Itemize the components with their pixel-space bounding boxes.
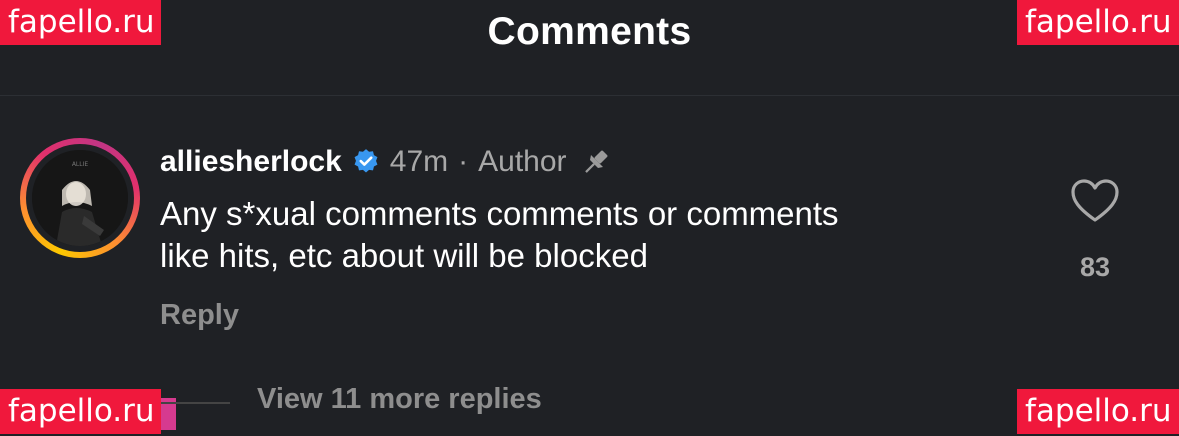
avatar-photo: ALLIE: [32, 150, 128, 246]
like-button[interactable]: [1060, 178, 1130, 229]
verified-badge-icon: [352, 148, 380, 176]
view-more-replies-button[interactable]: View 11 more replies: [257, 383, 542, 416]
heart-icon: [1070, 178, 1120, 224]
comment-time: 47m: [389, 145, 449, 178]
reply-button[interactable]: Reply: [160, 299, 239, 332]
header-bar: Comments: [0, 0, 1179, 96]
page-title: Comments: [487, 10, 692, 53]
comment-text-line: Any s*xual comments comments or comments: [160, 195, 839, 232]
watermark-bottom-left: fapello.ru: [0, 389, 161, 434]
replies-divider: [160, 402, 230, 404]
meta-separator: ·: [458, 145, 469, 178]
pin-icon: [579, 145, 613, 179]
watermark-top-right: fapello.ru: [1017, 0, 1179, 45]
comment-header: alliesherlock 47m · Author: [160, 140, 613, 184]
comment-text: Any s*xual comments comments or comments…: [160, 193, 1010, 277]
watermark-top-left: fapello.ru: [0, 0, 161, 45]
username-link[interactable]: alliesherlock: [160, 145, 342, 179]
avatar[interactable]: ALLIE: [20, 138, 140, 258]
like-count: 83: [1079, 252, 1111, 282]
comment-text-line: like hits, etc about will be blocked: [160, 237, 648, 274]
watermark-bottom-right: fapello.ru: [1017, 389, 1179, 434]
author-label: Author: [478, 145, 567, 178]
avatar-caption: ALLIE: [72, 161, 89, 168]
